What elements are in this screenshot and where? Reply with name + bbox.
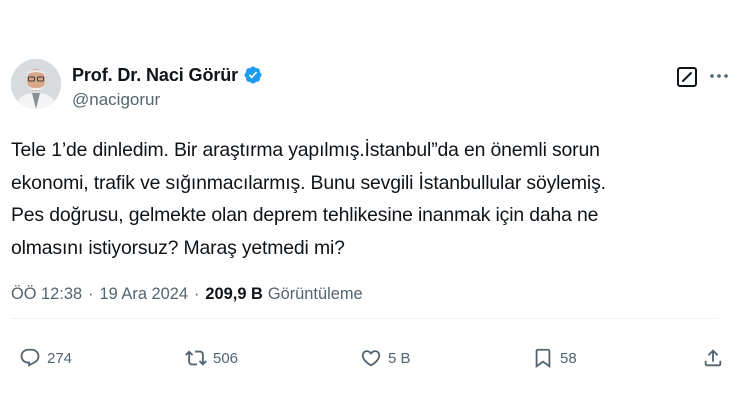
more-icon [710, 74, 728, 78]
tweet-text-line: olmasını istiyorsuz? Maraş yetmedi mi? [11, 236, 345, 259]
reply-button[interactable]: 274 [19, 345, 72, 371]
bookmark-button[interactable]: 58 [532, 345, 577, 371]
reply-count: 274 [47, 349, 73, 367]
like-button[interactable]: 5 B [360, 345, 411, 371]
bookmark-count: 58 [560, 349, 577, 367]
avatar-image [11, 59, 61, 109]
divider [11, 318, 719, 319]
repost-button[interactable]: 506 [185, 345, 238, 371]
tweet-text-line: Tele 1’de dinledim. Bir araştırma yapılm… [11, 139, 600, 161]
views-count: 209,9 B [205, 284, 263, 303]
bookmark-icon [535, 348, 551, 369]
author-name[interactable]: Prof. Dr. Naci Görür [72, 65, 238, 86]
tweet-date[interactable]: 19 Ara 2024 [100, 285, 188, 304]
grok-button[interactable] [677, 67, 697, 87]
repost-icon [185, 350, 207, 366]
meta-separator: · [193, 284, 200, 303]
heart-icon [361, 350, 381, 367]
tweet-text-line: ekonomi, trafik ve sığınmacılarmış. Bunu… [11, 171, 606, 194]
repost-count: 506 [213, 349, 239, 367]
share-icon [704, 349, 722, 367]
views-label: Görüntüleme [267, 284, 363, 303]
tweet-text-line: Pes doğrusu, gelmekte olan deprem tehlik… [11, 204, 599, 227]
tweet-meta: ÖÖ 12:38 · 19 Ara 2024 · 209,9 B Görüntü… [11, 284, 363, 304]
share-button[interactable] [702, 345, 724, 371]
more-options-button[interactable] [709, 66, 729, 86]
reply-icon [20, 348, 40, 367]
author-handle[interactable]: @nacigorur [72, 90, 160, 110]
meta-separator: · [88, 284, 94, 303]
tweet-text: Tele 1’de dinledim. Bir araştırma yapılm… [11, 134, 721, 264]
tweet-card: Prof. Dr. Naci Görür @nacigorur Tele 1’d… [0, 0, 730, 420]
like-count: 5 B [388, 349, 411, 367]
author-row: Prof. Dr. Naci Görür [72, 64, 263, 86]
tweet-time[interactable]: ÖÖ 12:38 [11, 285, 82, 304]
avatar[interactable] [11, 59, 61, 109]
verified-badge-icon[interactable] [243, 65, 263, 85]
grok-icon [682, 72, 692, 82]
